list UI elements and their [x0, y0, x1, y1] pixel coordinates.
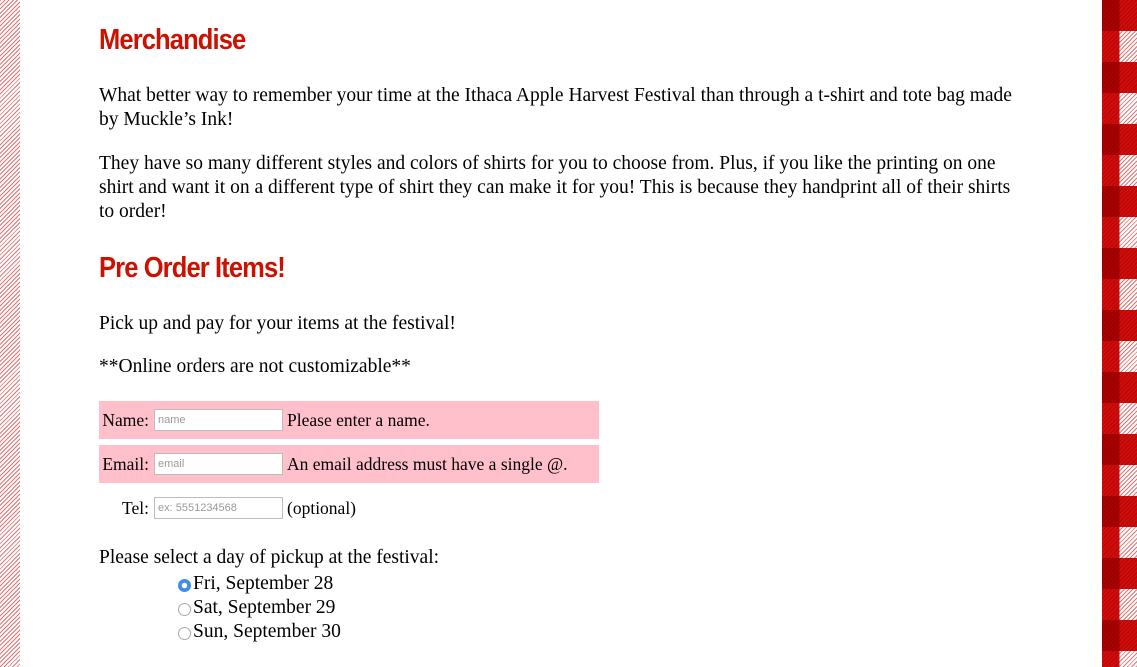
gingham-border-left [0, 0, 20, 667]
pickup-option-sat[interactable]: Sat, September 29 [178, 596, 341, 620]
pickup-option-label: Fri, September 28 [193, 573, 334, 594]
merchandise-styles-text: They have so many different styles and c… [99, 153, 1011, 222]
pickup-option-label: Sun, September 30 [193, 621, 341, 642]
email-label: Email: [102, 453, 149, 474]
email-row: Email: An email address must have a sing… [99, 445, 599, 483]
radio-button[interactable] [178, 627, 191, 640]
name-input[interactable] [154, 409, 283, 431]
pickup-day-radio-group: Fri, September 28 Sat, September 29 Sun,… [178, 572, 341, 644]
tel-label: Tel: [122, 497, 149, 518]
email-input[interactable] [154, 453, 283, 475]
gingham-border-right [1102, 0, 1137, 667]
preorder-notice-text: **Online orders are not customizable** [99, 356, 411, 377]
tel-row: Tel: (optional) [99, 489, 599, 527]
radio-button[interactable] [178, 603, 191, 616]
name-label: Name: [102, 409, 149, 430]
name-error-message: Please enter a name. [287, 409, 430, 430]
preorder-heading: Pre Order Items! [99, 252, 286, 284]
name-row: Name: Please enter a name. [99, 401, 599, 439]
pickup-day-label: Please select a day of pickup at the fes… [99, 547, 440, 568]
email-error-message: An email address must have a single @. [287, 453, 568, 474]
merchandise-intro-text: What better way to remember your time at… [99, 85, 1012, 130]
preorder-pickup-text: Pick up and pay for your items at the fe… [99, 313, 456, 334]
merchandise-heading: Merchandise [99, 24, 246, 56]
tel-input[interactable] [154, 497, 283, 519]
tel-optional-note: (optional) [287, 497, 357, 518]
radio-button-selected[interactable] [178, 579, 191, 592]
pickup-option-label: Sat, September 29 [193, 597, 336, 618]
pickup-option-fri[interactable]: Fri, September 28 [178, 572, 341, 596]
pickup-option-sun[interactable]: Sun, September 30 [178, 620, 341, 644]
